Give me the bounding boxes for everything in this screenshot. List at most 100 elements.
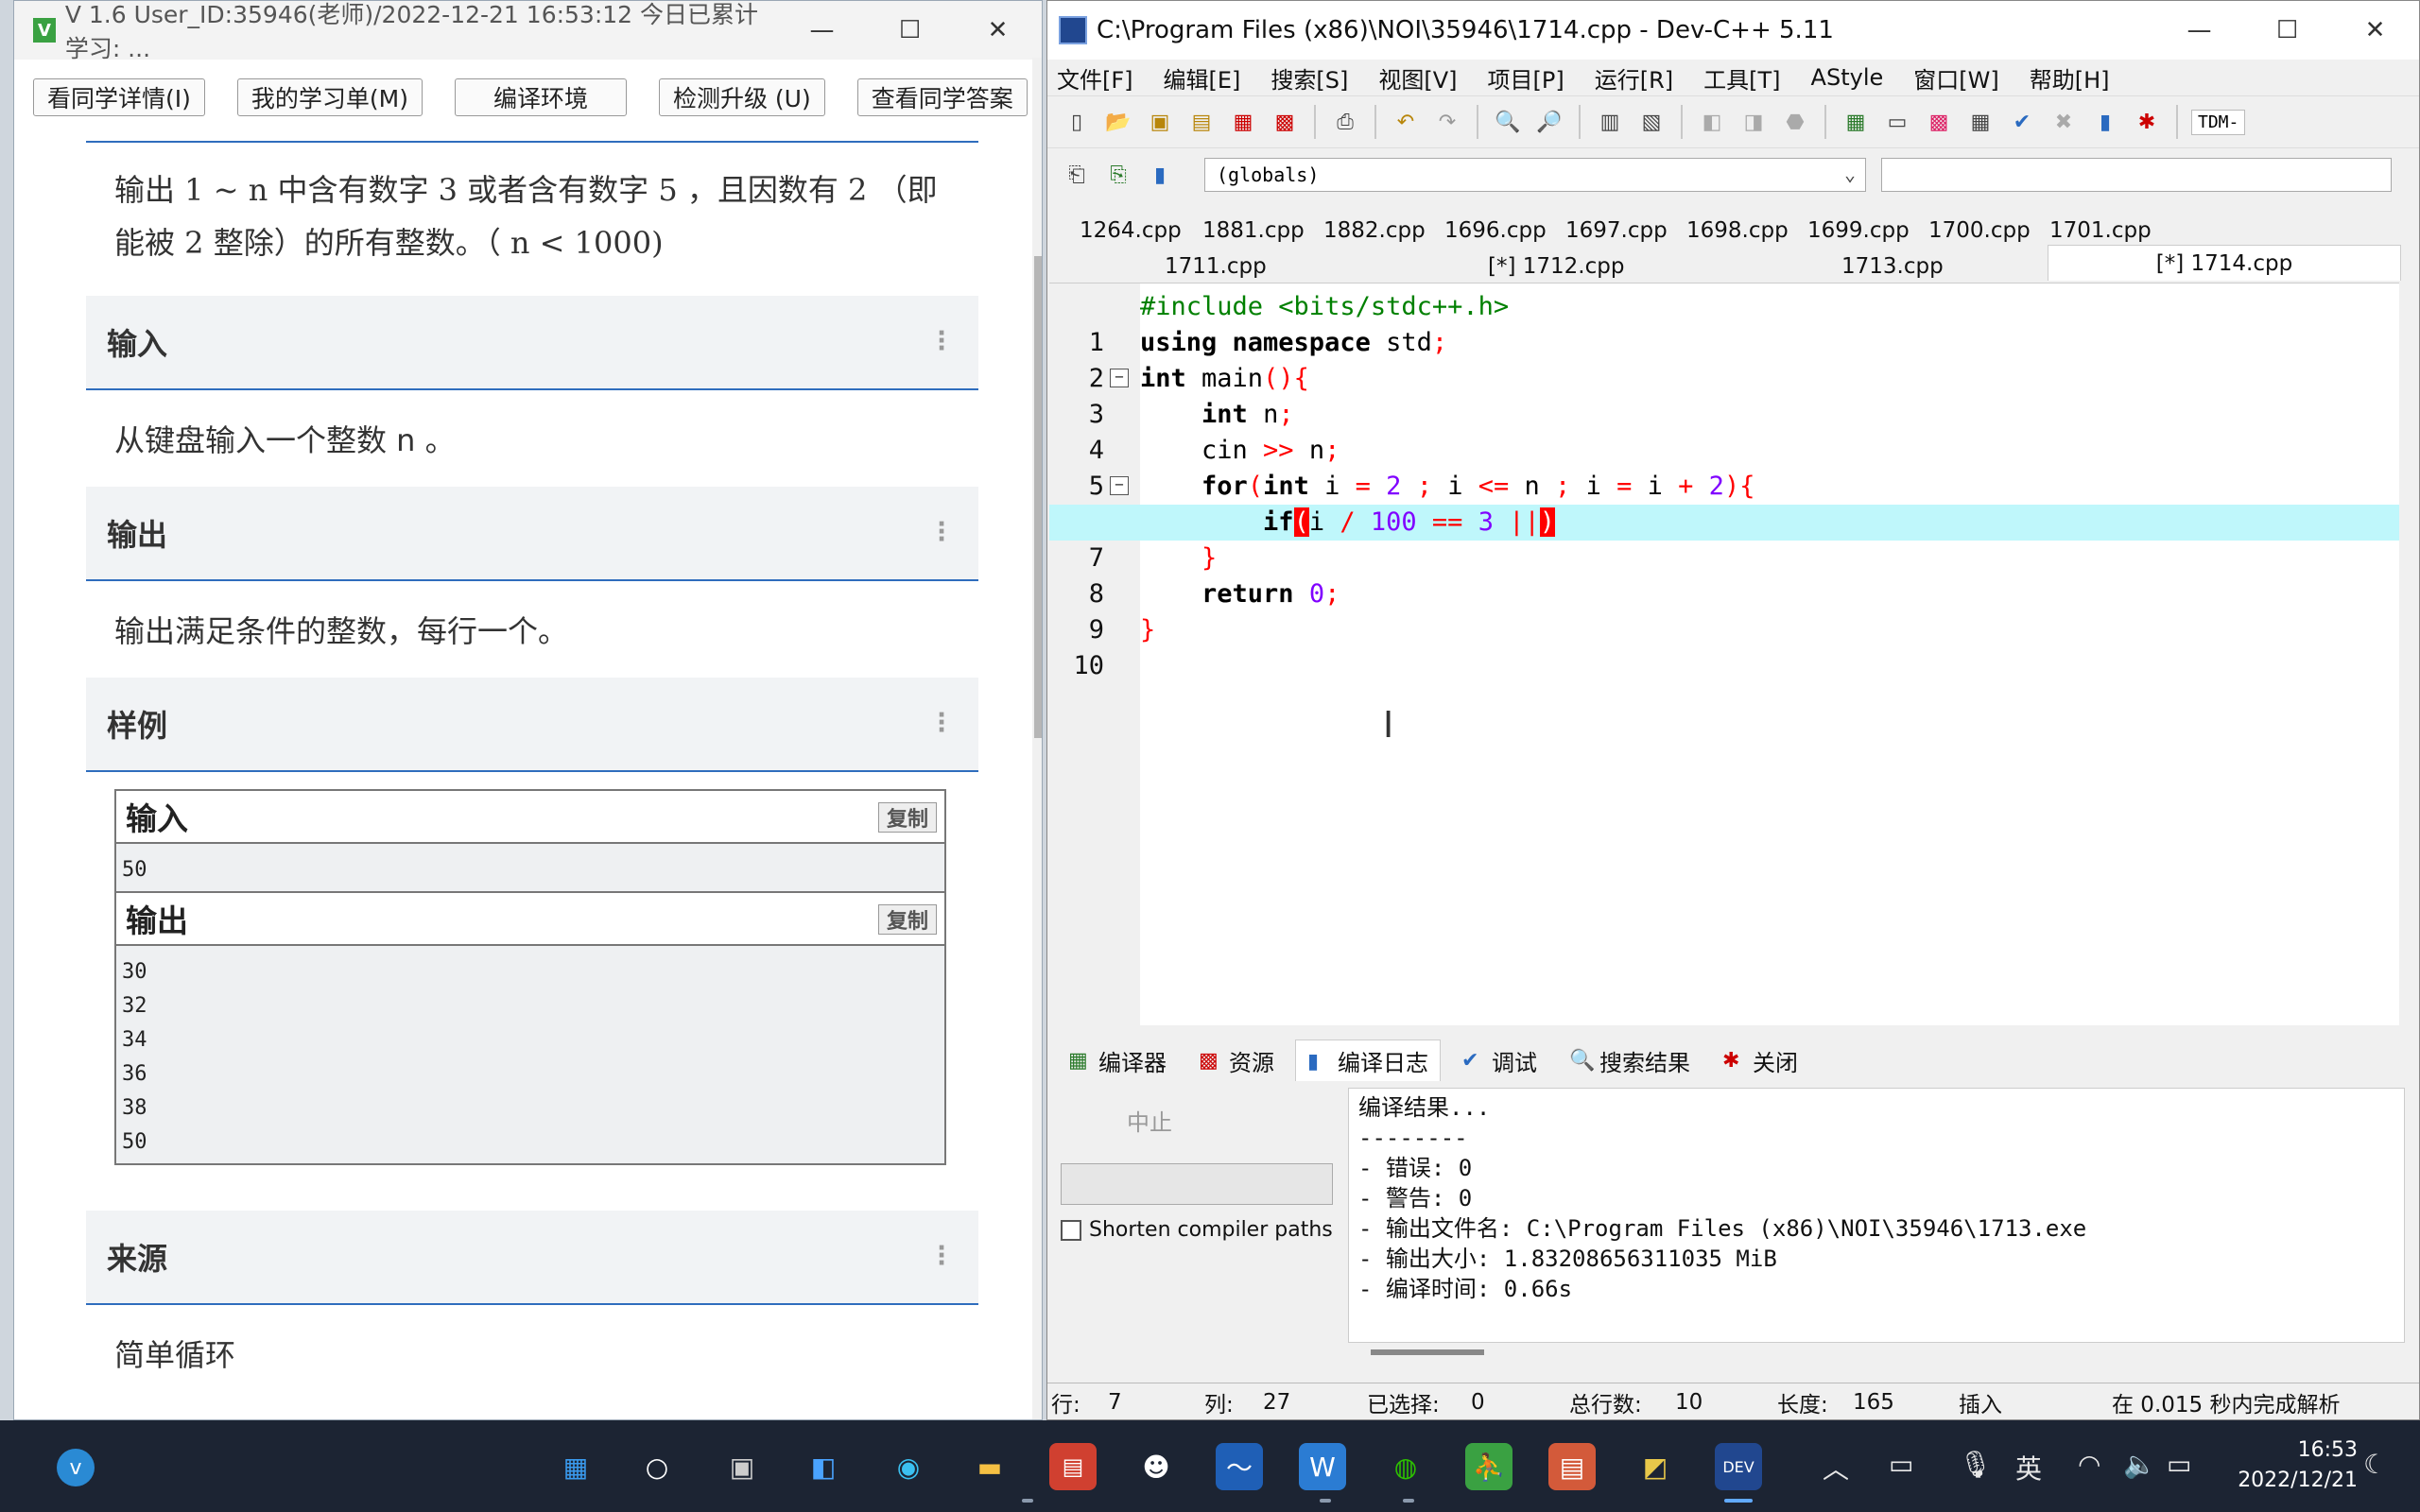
more-icon[interactable]: · · ·	[937, 512, 946, 552]
scope-dropdown[interactable]: (globals) ⌄	[1204, 158, 1866, 192]
maximize-button[interactable]: ☐	[866, 1, 954, 60]
shorten-paths-checkbox[interactable]	[1061, 1219, 1081, 1241]
my-study-list-button[interactable]: 我的学习单(M)	[236, 78, 423, 116]
save-all-icon[interactable]: ▤	[1185, 106, 1218, 138]
find-icon[interactable]: 🔍	[1492, 106, 1524, 138]
symbol-dropdown[interactable]	[1881, 158, 2392, 192]
tab-1711[interactable]: 1711.cpp	[1165, 249, 1267, 284]
save-icon[interactable]: ▣	[1144, 106, 1176, 138]
new-file-icon[interactable]: ▯	[1061, 106, 1093, 138]
word-icon[interactable]: W	[1299, 1443, 1346, 1490]
more-icon[interactable]: · · ·	[937, 1236, 946, 1276]
whiteboard-icon[interactable]: 〜	[1216, 1443, 1263, 1490]
system-clock[interactable]: 16:53 2022/12/21	[2238, 1435, 2358, 1496]
photo-app-icon[interactable]: ▤	[1548, 1443, 1596, 1490]
section-source-header[interactable]: 来源 · · ·	[86, 1211, 978, 1305]
view-classmate-details-button[interactable]: 看同学详情(I)	[33, 78, 205, 116]
fold-toggle-icon[interactable]: −	[1110, 369, 1129, 387]
tab-close[interactable]: ✱ 关闭	[1711, 1040, 1809, 1081]
keyboard-icon[interactable]: ▭	[1889, 1449, 1913, 1480]
chevron-up-icon[interactable]: ︿	[1823, 1449, 1849, 1486]
more-icon[interactable]: · · ·	[937, 321, 946, 361]
copy-output-button[interactable]: 复制	[877, 904, 937, 935]
tab-1882[interactable]: 1882.cpp	[1323, 213, 1426, 249]
run-icon[interactable]: ▭	[1881, 106, 1913, 138]
tab-1700[interactable]: 1700.cpp	[1928, 213, 2031, 249]
vlink-icon[interactable]: v	[57, 1449, 95, 1486]
app-icon[interactable]: ▤	[1049, 1443, 1097, 1490]
redo-icon[interactable]: ↷	[1431, 106, 1463, 138]
goto-bookmark-icon[interactable]: ▮	[1144, 159, 1176, 191]
compile-env-button[interactable]: 编译环境	[454, 78, 627, 116]
menu-project[interactable]: 项目[P]	[1488, 61, 1564, 94]
close-all-icon[interactable]: ▩	[1269, 106, 1301, 138]
notifications-icon[interactable]: ☾	[2363, 1449, 2387, 1480]
unindent-icon[interactable]: ▧	[1635, 106, 1668, 138]
compile-log[interactable]: 编译结果... -------- - 错误: 0 - 警告: 0 - 输出文件名…	[1348, 1088, 2405, 1343]
tab-compiler[interactable]: ▦ 编译器	[1057, 1040, 1178, 1081]
menu-file[interactable]: 文件[F]	[1057, 61, 1133, 94]
tab-1712[interactable]: [*] 1712.cpp	[1488, 249, 1624, 284]
code-editor[interactable]: 1 #include <bits/stdc++.h> 2 using names…	[1049, 283, 2399, 1026]
shorten-paths-option[interactable]: Shorten compiler paths	[1061, 1218, 1333, 1242]
scrollbar-thumb[interactable]	[1034, 256, 1042, 738]
print-icon[interactable]: ⎙	[1329, 106, 1361, 138]
debug-icon[interactable]: ✱	[2131, 106, 2163, 138]
qq-icon[interactable]: ☻	[1132, 1443, 1180, 1490]
minimize-button[interactable]: —	[778, 1, 866, 60]
menu-astyle[interactable]: AStyle	[1811, 64, 1884, 91]
menu-help[interactable]: 帮助[H]	[2030, 61, 2110, 94]
profile-icon[interactable]: ▮	[2089, 106, 2121, 138]
copy-input-button[interactable]: 复制	[877, 802, 937, 833]
log-horizontal-scrollbar[interactable]	[1348, 1347, 2405, 1360]
ime-indicator[interactable]: 英	[2015, 1449, 2042, 1486]
menu-window[interactable]: 窗口[W]	[1913, 61, 1998, 94]
scrollbar-thumb[interactable]	[1371, 1349, 1484, 1355]
tab-compile-log[interactable]: ▮ 编译日志	[1295, 1040, 1441, 1081]
search-icon[interactable]: ○	[633, 1443, 681, 1490]
menu-run[interactable]: 运行[R]	[1595, 61, 1673, 94]
tab-debug[interactable]: ✔ 调试	[1450, 1040, 1548, 1081]
start-menu-icon[interactable]: ▦	[552, 1443, 599, 1490]
replace-icon[interactable]: 🔎	[1533, 106, 1565, 138]
tab-1699[interactable]: 1699.cpp	[1807, 213, 1910, 249]
abort-button[interactable]: 中止	[1064, 1097, 1235, 1143]
indent-icon[interactable]: ▥	[1594, 106, 1626, 138]
minimize-button[interactable]: —	[2155, 1, 2243, 60]
stop-icon[interactable]: ✖	[2048, 106, 2080, 138]
compiler-select[interactable]: TDM-	[2191, 109, 2246, 135]
view-classmate-answer-button[interactable]: 查看同学答案	[856, 78, 1028, 116]
tab-1698[interactable]: 1698.cpp	[1686, 213, 1789, 249]
problem-scrollbar[interactable]	[1032, 58, 1042, 1419]
wifi-icon[interactable]: ◠	[2078, 1449, 2100, 1480]
microphone-icon[interactable]: 🎙	[1959, 1449, 1993, 1480]
volume-icon[interactable]: 🔈	[2123, 1449, 2156, 1480]
close-button[interactable]: ✕	[954, 1, 1042, 60]
image-viewer-icon[interactable]: ◩	[1632, 1443, 1679, 1490]
goto-back-icon[interactable]: ◧	[1696, 106, 1728, 138]
tab-search-results[interactable]: 🔍 搜索结果	[1558, 1040, 1702, 1081]
wechat-icon[interactable]: ◍	[1382, 1443, 1429, 1490]
menu-search[interactable]: 搜索[S]	[1270, 61, 1348, 94]
compile-icon[interactable]: ▦	[1840, 106, 1872, 138]
compile-run-icon[interactable]: ▩	[1923, 106, 1955, 138]
toggle-bookmark-icon[interactable]: ⎘	[1102, 159, 1134, 191]
menu-tools[interactable]: 工具[T]	[1703, 61, 1780, 94]
check-upgrade-button[interactable]: 检测升级 (U)	[658, 78, 825, 116]
devcpp-titlebar[interactable]: C:\Program Files (x86)\NOI\35946\1714.cp…	[1047, 1, 2419, 60]
bookmark-icon[interactable]: ⬣	[1779, 106, 1811, 138]
tab-1701[interactable]: 1701.cpp	[2049, 213, 2152, 249]
tab-1713[interactable]: 1713.cpp	[1841, 249, 1944, 284]
tab-1697[interactable]: 1697.cpp	[1565, 213, 1668, 249]
task-view-icon[interactable]: ▣	[718, 1443, 766, 1490]
fold-toggle-icon[interactable]: −	[1110, 476, 1129, 495]
menu-edit[interactable]: 编辑[E]	[1164, 61, 1241, 94]
widgets-icon[interactable]: ◧	[800, 1443, 847, 1490]
section-output-header[interactable]: 输出 · · ·	[86, 487, 978, 581]
undo-icon[interactable]: ↶	[1390, 106, 1422, 138]
tab-1696[interactable]: 1696.cpp	[1444, 213, 1547, 249]
file-explorer-icon[interactable]: ▬	[966, 1443, 1013, 1490]
syntax-check-icon[interactable]: ✔	[2006, 106, 2038, 138]
tab-1714-active[interactable]: [*] 1714.cpp	[2048, 245, 2401, 281]
maximize-button[interactable]: ☐	[2243, 1, 2331, 60]
